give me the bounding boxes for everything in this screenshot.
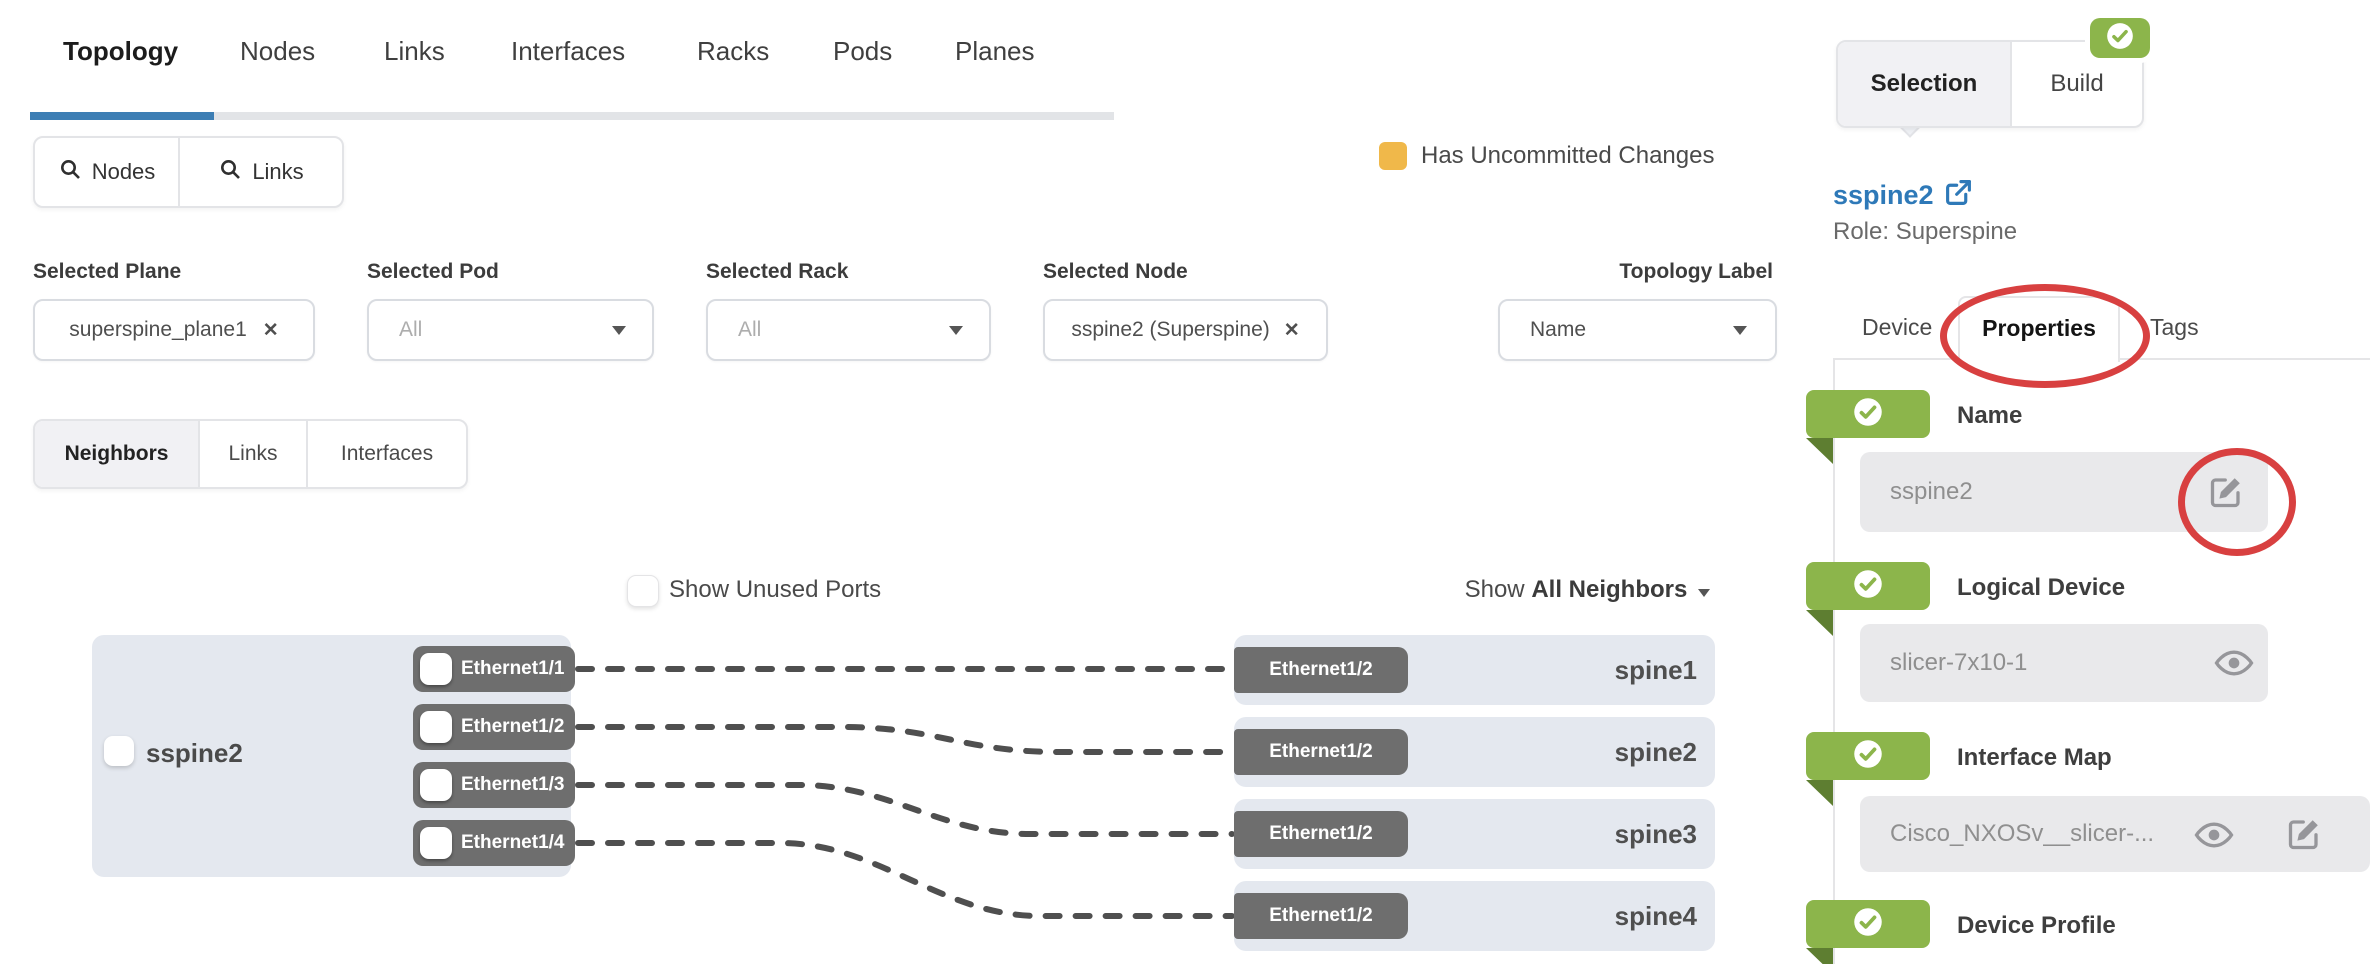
neighbor-port-label[interactable]: Ethernet1/2: [1234, 647, 1408, 693]
property-interface-map-label: Interface Map: [1957, 734, 2112, 782]
neighbor-spine2[interactable]: Ethernet1/2 spine2: [1234, 717, 1715, 787]
neighbor-name: spine2: [1615, 717, 1697, 787]
port-label: Ethernet1/3: [461, 762, 564, 808]
check-circle-icon: [1853, 569, 1883, 604]
check-circle-icon: [1853, 739, 1883, 774]
property-device-profile-label: Device Profile: [1957, 902, 2116, 950]
ribbon-fold: [1806, 780, 1833, 806]
property-name-label: Name: [1957, 392, 2022, 440]
ribbon-fold: [1806, 948, 1833, 964]
edit-icon[interactable]: [2286, 816, 2322, 857]
port-checkbox[interactable]: [420, 827, 452, 859]
property-logical-device-value: slicer-7x10-1: [1890, 649, 2027, 677]
neighbor-name: spine4: [1615, 881, 1697, 951]
external-link-icon[interactable]: [1944, 178, 1973, 212]
ribbon-fold: [1806, 610, 1833, 636]
property-name-value: sspine2: [1890, 478, 1973, 506]
port-checkbox[interactable]: [420, 769, 452, 801]
port-ethernet1-1[interactable]: Ethernet1/1: [413, 646, 575, 692]
node-sspine2-checkbox[interactable]: [104, 736, 134, 766]
check-circle-icon: [1853, 907, 1883, 942]
port-checkbox[interactable]: [420, 653, 452, 685]
neighbor-spine1[interactable]: Ethernet1/2 spine1: [1234, 635, 1715, 705]
port-checkbox[interactable]: [420, 711, 452, 743]
check-circle-icon: [2106, 22, 2134, 55]
neighbor-name: spine3: [1615, 799, 1697, 869]
topology-page: Topology Nodes Links Interfaces Racks Po…: [0, 0, 2370, 964]
status-ribbon: [1806, 732, 1930, 780]
selected-node-link-label: sspine2: [1833, 180, 1934, 211]
property-logical-device-label: Logical Device: [1957, 564, 2125, 612]
status-ribbon: [1806, 900, 1930, 948]
node-role-text: Role: Superspine: [1833, 218, 2017, 246]
selected-node-link[interactable]: sspine2: [1833, 178, 1973, 212]
port-ethernet1-3[interactable]: Ethernet1/3: [413, 762, 575, 808]
annotation-circle-properties-tab: [1940, 284, 2150, 388]
neighbor-port-label[interactable]: Ethernet1/2: [1234, 893, 1408, 939]
check-circle-icon: [1853, 397, 1883, 432]
property-logical-device-field: slicer-7x10-1: [1860, 624, 2268, 702]
neighbor-name: spine1: [1615, 635, 1697, 705]
topology-link: [578, 785, 1232, 834]
eye-icon[interactable]: [2214, 648, 2254, 683]
port-label: Ethernet1/1: [461, 646, 564, 692]
topology-link: [578, 727, 1232, 752]
property-interface-map-value: Cisco_NXOSv__slicer-...: [1890, 820, 2154, 848]
neighbor-spine3[interactable]: Ethernet1/2 spine3: [1234, 799, 1715, 869]
tab-tags[interactable]: Tags: [2150, 314, 2199, 341]
neighbor-port-label[interactable]: Ethernet1/2: [1234, 729, 1408, 775]
annotation-circle-edit-name: [2178, 448, 2296, 556]
status-ribbon: [1806, 390, 1930, 438]
node-sspine2-label: sspine2: [146, 738, 243, 769]
status-ribbon: [1806, 562, 1930, 610]
port-label: Ethernet1/2: [461, 704, 564, 750]
neighbor-port-label[interactable]: Ethernet1/2: [1234, 811, 1408, 857]
port-label: Ethernet1/4: [461, 820, 564, 866]
topology-link: [578, 843, 1232, 916]
tab-selection[interactable]: Selection: [1838, 42, 2010, 126]
eye-icon[interactable]: [2194, 820, 2234, 855]
port-ethernet1-2[interactable]: Ethernet1/2: [413, 704, 575, 750]
port-ethernet1-4[interactable]: Ethernet1/4: [413, 820, 575, 866]
tab-device[interactable]: Device: [1862, 314, 1932, 341]
neighbor-spine4[interactable]: Ethernet1/2 spine4: [1234, 881, 1715, 951]
panel-divider-vertical: [1833, 358, 1835, 964]
status-check-badge: [2090, 18, 2150, 58]
ribbon-fold: [1806, 438, 1833, 464]
